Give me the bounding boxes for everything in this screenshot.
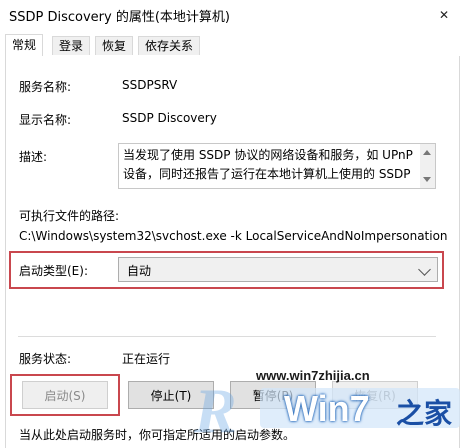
description-textbox[interactable]: 当发现了使用 SSDP 协议的网络设备和服务，如 UPnP 设备，同时还报告了运… xyxy=(118,143,436,189)
stop-button[interactable]: 停止(T) xyxy=(128,381,214,409)
tab-dependencies[interactable]: 依存关系 xyxy=(138,36,201,55)
description-scrollbar[interactable] xyxy=(420,144,435,188)
pause-button[interactable]: 暂停(P) xyxy=(230,381,316,409)
close-icon[interactable]: ✕ xyxy=(426,0,462,30)
scroll-down-icon[interactable] xyxy=(423,177,431,182)
path-value: C:\Windows\system32\svchost.exe -k Local… xyxy=(19,229,448,243)
chevron-down-icon xyxy=(418,263,431,276)
description-text: 当发现了使用 SSDP 协议的网络设备和服务，如 UPnP 设备，同时还报告了运… xyxy=(123,148,413,181)
status-label: 服务状态: xyxy=(19,352,72,366)
tab-general[interactable]: 常规 xyxy=(5,34,44,57)
description-label: 描述: xyxy=(19,150,48,164)
path-label: 可执行文件的路径: xyxy=(19,209,120,223)
title-bar: SSDP Discovery 的属性(本地计算机) ✕ xyxy=(0,0,462,30)
window-title: SSDP Discovery 的属性(本地计算机) xyxy=(9,10,230,25)
status-value: 正在运行 xyxy=(122,352,171,366)
tab-logon[interactable]: 登录 xyxy=(52,36,91,55)
divider xyxy=(18,336,436,337)
display-name-value: SSDP Discovery xyxy=(122,111,217,125)
service-name-value: SSDPSRV xyxy=(122,78,178,92)
tab-strip: 常规 登录 恢复 依存关系 xyxy=(5,34,460,57)
startup-type-label: 启动类型(E): xyxy=(19,264,88,278)
scroll-up-icon[interactable] xyxy=(423,150,431,155)
service-name-label: 服务名称: xyxy=(19,80,72,94)
resume-button[interactable]: 恢复(R) xyxy=(332,381,418,409)
display-name-label: 显示名称: xyxy=(19,113,72,127)
startup-type-value: 自动 xyxy=(127,264,152,278)
tab-recovery[interactable]: 恢复 xyxy=(95,36,134,55)
start-button[interactable]: 启动(S) xyxy=(22,381,108,409)
startup-type-select[interactable]: 自动 xyxy=(118,257,438,282)
footer-note: 当从此处启动服务时，你可指定所适用的启动参数。 xyxy=(19,428,296,442)
